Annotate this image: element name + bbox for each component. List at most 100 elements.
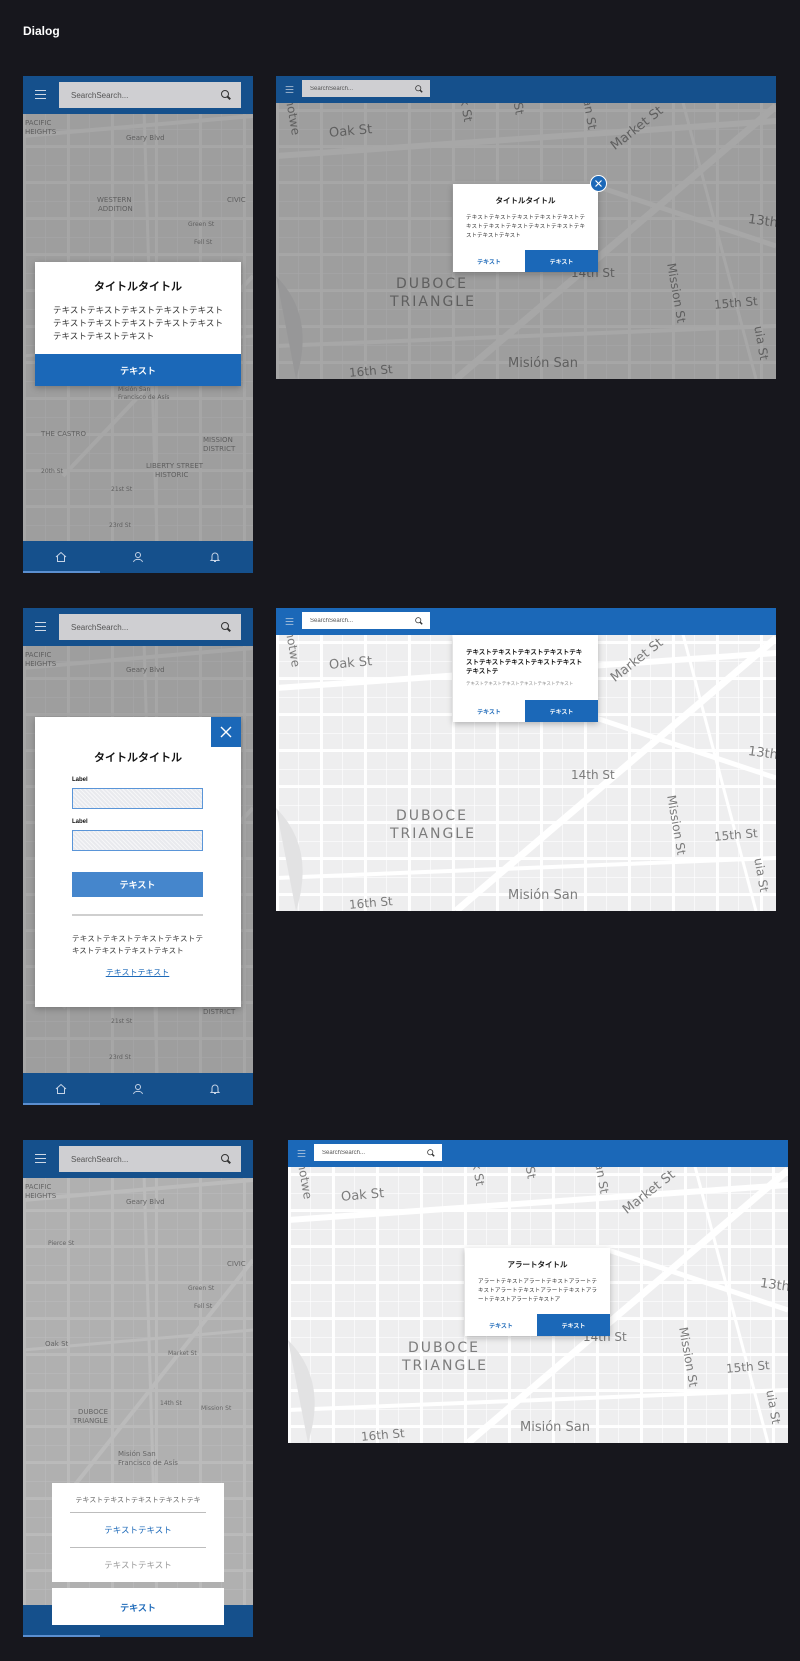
form-dialog: タイトルタイトル Label Label テキスト テキストテキストテキストテキ…: [35, 717, 241, 1007]
map-label: 16th St: [348, 894, 394, 911]
field-label: Label: [72, 819, 88, 825]
hamburger-menu-icon[interactable]: [35, 1154, 46, 1163]
app-header: SearchSearch...: [23, 1140, 253, 1178]
map-label: DUBOCE: [396, 808, 469, 824]
dialog: テキストテキストテキストテキストテキストテキストテキストテキストテキストテキスト…: [453, 635, 598, 722]
search-bar[interactable]: SearchSearch...: [59, 1146, 241, 1172]
search-icon[interactable]: [415, 84, 423, 93]
nav-home[interactable]: [23, 1073, 100, 1105]
dialog-confirm-button[interactable]: テキスト: [35, 354, 241, 386]
divider: [72, 914, 203, 916]
hamburger-menu-icon[interactable]: [297, 1150, 306, 1157]
search-bar[interactable]: SearchSearch...: [302, 80, 430, 97]
desktop-frame-2: Shotwe Oak St Market St 13th DUBOCE TRIA…: [276, 608, 776, 911]
nav-home[interactable]: [23, 541, 100, 573]
field-label: Label: [72, 777, 88, 783]
hamburger-menu-icon[interactable]: [285, 618, 294, 625]
bottom-nav: [23, 541, 253, 573]
cancel-button[interactable]: テキスト: [52, 1601, 224, 1614]
action-sheet-cancel[interactable]: テキスト: [52, 1588, 224, 1625]
text-link[interactable]: テキストテキスト: [72, 967, 203, 978]
map-label: DUBOCE: [408, 1340, 481, 1356]
dialog-title: タイトルタイトル: [94, 752, 182, 764]
app-header: SearchSearch...: [276, 76, 776, 103]
action-item-disabled[interactable]: テキストテキスト: [52, 1559, 224, 1571]
bell-icon: [209, 552, 220, 562]
dialog-title: テキストテキストテキストテキストテキストテキストテキストテキストテキストテキスト…: [466, 649, 583, 675]
divider: [70, 1512, 206, 1513]
page-title: Dialog: [23, 24, 60, 38]
map-label: TRIANGLE: [402, 1358, 488, 1374]
mobile-frame-1: PACIFIC HEIGHTS Geary Blvd WESTERN ADDIT…: [23, 76, 253, 573]
dialog-title: タイトルタイトル: [94, 281, 182, 293]
action-sheet-header: テキストテキストテキストテキストテキ: [75, 1497, 201, 1504]
dialog-body: テキストテキストテキストテキストテキストテキスト: [466, 681, 574, 686]
submit-button[interactable]: テキスト: [72, 872, 203, 897]
search-icon[interactable]: [221, 622, 231, 632]
hamburger-menu-icon[interactable]: [35, 90, 46, 99]
dialog-body: テキストテキストテキストテキストテキストテキストテキストテキスト: [72, 934, 203, 955]
nav-notifications[interactable]: [176, 1073, 253, 1105]
dialog-cancel-button[interactable]: テキスト: [453, 250, 525, 272]
user-icon: [133, 552, 143, 563]
mobile-frame-2: PACIFIC HEIGHTS Geary Blvd 21st St 23rd …: [23, 608, 253, 1105]
search-icon[interactable]: [427, 1148, 435, 1157]
mobile-frame-3: PACIFIC HEIGHTS Geary Blvd Pierce St Gre…: [23, 1140, 253, 1637]
text-field[interactable]: [72, 788, 203, 809]
hamburger-menu-icon[interactable]: [285, 86, 294, 93]
dialog-confirm-button[interactable]: テキスト: [525, 250, 598, 272]
desktop-frame-1: Shotwe Oak St rick St e St nanan St Mark…: [276, 76, 776, 379]
dialog-title: タイトルタイトル: [495, 196, 556, 205]
hamburger-menu-icon[interactable]: [35, 622, 46, 631]
alert-cancel-button[interactable]: テキスト: [465, 1314, 537, 1336]
nav-profile[interactable]: [100, 541, 177, 573]
app-header: SearchSearch...: [23, 76, 253, 114]
search-icon[interactable]: [415, 616, 423, 625]
app-header: SearchSearch...: [23, 608, 253, 646]
dialog: タイトルタイトル テキストテキストテキストテキストテキストテキストテキストテキス…: [35, 262, 241, 386]
home-icon: [55, 551, 67, 562]
dialog: タイトルタイトル テキストテキストテキストテキストテキストテキストテキストテキス…: [453, 184, 598, 272]
search-icon[interactable]: [221, 1154, 231, 1164]
search-bar[interactable]: SearchSearch...: [59, 614, 241, 640]
search-input[interactable]: SearchSearch...: [59, 623, 221, 632]
text-field[interactable]: [72, 830, 203, 851]
search-input[interactable]: SearchSearch...: [59, 1155, 221, 1164]
home-icon: [55, 1083, 67, 1094]
nav-profile[interactable]: [100, 1073, 177, 1105]
dialog-body: テキストテキストテキストテキストテキストテキストテキストテキストテキストテキスト…: [53, 305, 223, 341]
search-input[interactable]: SearchSearch...: [302, 618, 414, 624]
app-header: SearchSearch...: [276, 608, 776, 635]
dialog-confirm-button[interactable]: テキスト: [525, 700, 598, 722]
nav-notifications[interactable]: [176, 541, 253, 573]
dialog-close-button[interactable]: [590, 175, 607, 192]
desktop-frame-3: Shotwe Oak St rick St e St nanan St Mark…: [288, 1140, 788, 1443]
map-label: 16th St: [360, 1426, 406, 1443]
search-input[interactable]: SearchSearch...: [314, 1150, 426, 1156]
map-label: Misión San: [520, 1420, 590, 1435]
search-input[interactable]: SearchSearch...: [59, 91, 221, 100]
close-icon: [595, 180, 602, 187]
search-bar[interactable]: SearchSearch...: [314, 1144, 442, 1161]
map-label: TRIANGLE: [390, 826, 476, 842]
bottom-nav: [23, 1073, 253, 1105]
search-bar[interactable]: SearchSearch...: [302, 612, 430, 629]
alert-body: アラートテキストアラートテキストアラートテキストアラートテキストアラートテキスト…: [478, 1279, 597, 1303]
alert-title: アラートタイトル: [507, 1260, 568, 1269]
dialog-close-button[interactable]: [211, 717, 241, 747]
dialog-cancel-button[interactable]: テキスト: [453, 700, 525, 722]
divider: [70, 1547, 206, 1548]
bell-icon: [209, 1084, 220, 1094]
close-icon: [220, 726, 232, 738]
alert-confirm-button[interactable]: テキスト: [537, 1314, 610, 1336]
map-label: Misión San: [508, 888, 578, 903]
map-label: 14th St: [571, 768, 615, 782]
action-sheet: テキストテキストテキストテキストテキ テキストテキスト テキストテキスト: [52, 1483, 224, 1582]
dialog-body: テキストテキストテキストテキストテキストテキストテキストテキストテキストテキスト…: [466, 215, 585, 239]
alert-dialog: アラートタイトル アラートテキストアラートテキストアラートテキストアラートテキス…: [465, 1248, 610, 1336]
search-icon[interactable]: [221, 90, 231, 100]
search-input[interactable]: SearchSearch...: [302, 86, 414, 92]
search-bar[interactable]: SearchSearch...: [59, 82, 241, 108]
action-item[interactable]: テキストテキスト: [52, 1524, 224, 1536]
app-header: SearchSearch...: [288, 1140, 788, 1167]
